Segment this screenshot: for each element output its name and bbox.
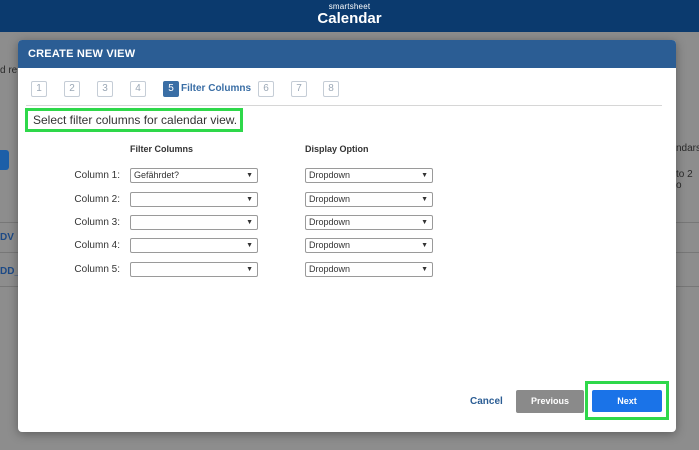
background-link: DV <box>0 232 14 243</box>
select-value: Dropdown <box>309 170 351 180</box>
dropdown-arrow-icon: ▼ <box>246 172 253 179</box>
divider <box>676 252 699 253</box>
app-header: smartsheet Calendar <box>0 0 699 32</box>
background-text: d re <box>0 65 18 76</box>
divider <box>26 105 662 106</box>
step-8[interactable]: 8 <box>323 81 339 97</box>
column-3-label: Column 3: <box>74 217 120 228</box>
background-link: DD_ <box>0 266 21 277</box>
select-value: Dropdown <box>309 217 351 227</box>
column-1-label: Column 1: <box>74 170 120 181</box>
dialog-header: CREATE NEW VIEW <box>18 40 676 68</box>
divider <box>0 286 18 287</box>
column-4-display-select[interactable]: Dropdown ▼ <box>305 238 433 253</box>
select-value: Dropdown <box>309 240 351 250</box>
divider <box>676 222 699 223</box>
step-6[interactable]: 6 <box>258 81 274 97</box>
filter-columns-header: Filter Columns <box>130 144 194 154</box>
dropdown-arrow-icon: ▼ <box>421 196 428 203</box>
dropdown-arrow-icon: ▼ <box>246 242 253 249</box>
divider <box>676 286 699 287</box>
select-value: Dropdown <box>309 264 351 274</box>
column-2-filter-select[interactable]: ▼ <box>130 192 258 207</box>
display-option-header: Display Option <box>305 144 369 154</box>
column-5-label: Column 5: <box>74 264 120 275</box>
cancel-button[interactable]: Cancel <box>470 396 503 407</box>
column-2-label: Column 2: <box>74 194 120 205</box>
background-text: to 2 o <box>676 169 693 191</box>
column-5-filter-select[interactable]: ▼ <box>130 262 258 277</box>
step-5-active[interactable]: 5 <box>163 81 179 97</box>
dropdown-arrow-icon: ▼ <box>246 196 253 203</box>
step-1[interactable]: 1 <box>31 81 47 97</box>
dropdown-arrow-icon: ▼ <box>421 172 428 179</box>
background-button <box>0 150 9 170</box>
dialog-title: CREATE NEW VIEW <box>28 48 136 60</box>
previous-button[interactable]: Previous <box>516 390 584 413</box>
column-1-display-select[interactable]: Dropdown ▼ <box>305 168 433 183</box>
step-3[interactable]: 3 <box>97 81 113 97</box>
dropdown-arrow-icon: ▼ <box>421 219 428 226</box>
column-4-filter-select[interactable]: ▼ <box>130 238 258 253</box>
column-1-filter-select[interactable]: Gefährdet? ▼ <box>130 168 258 183</box>
column-5-display-select[interactable]: Dropdown ▼ <box>305 262 433 277</box>
column-3-display-select[interactable]: Dropdown ▼ <box>305 215 433 230</box>
dropdown-arrow-icon: ▼ <box>421 242 428 249</box>
column-2-display-select[interactable]: Dropdown ▼ <box>305 192 433 207</box>
instruction-text: Select filter columns for calendar view. <box>25 108 243 132</box>
dropdown-arrow-icon: ▼ <box>421 266 428 273</box>
dropdown-arrow-icon: ▼ <box>246 266 253 273</box>
column-3-filter-select[interactable]: ▼ <box>130 215 258 230</box>
background-text: ndars <box>676 143 699 154</box>
create-view-dialog: CREATE NEW VIEW 1 2 3 4 5 Filter Columns… <box>18 40 676 432</box>
divider <box>0 222 18 223</box>
select-value: Gefährdet? <box>134 170 180 180</box>
divider <box>0 252 18 253</box>
column-4-label: Column 4: <box>74 240 120 251</box>
next-button[interactable]: Next <box>592 390 662 412</box>
step-2[interactable]: 2 <box>64 81 80 97</box>
active-step-label: Filter Columns <box>181 83 252 94</box>
step-4[interactable]: 4 <box>130 81 146 97</box>
step-7[interactable]: 7 <box>291 81 307 97</box>
app-title: Calendar <box>317 10 382 27</box>
dropdown-arrow-icon: ▼ <box>246 219 253 226</box>
select-value: Dropdown <box>309 194 351 204</box>
